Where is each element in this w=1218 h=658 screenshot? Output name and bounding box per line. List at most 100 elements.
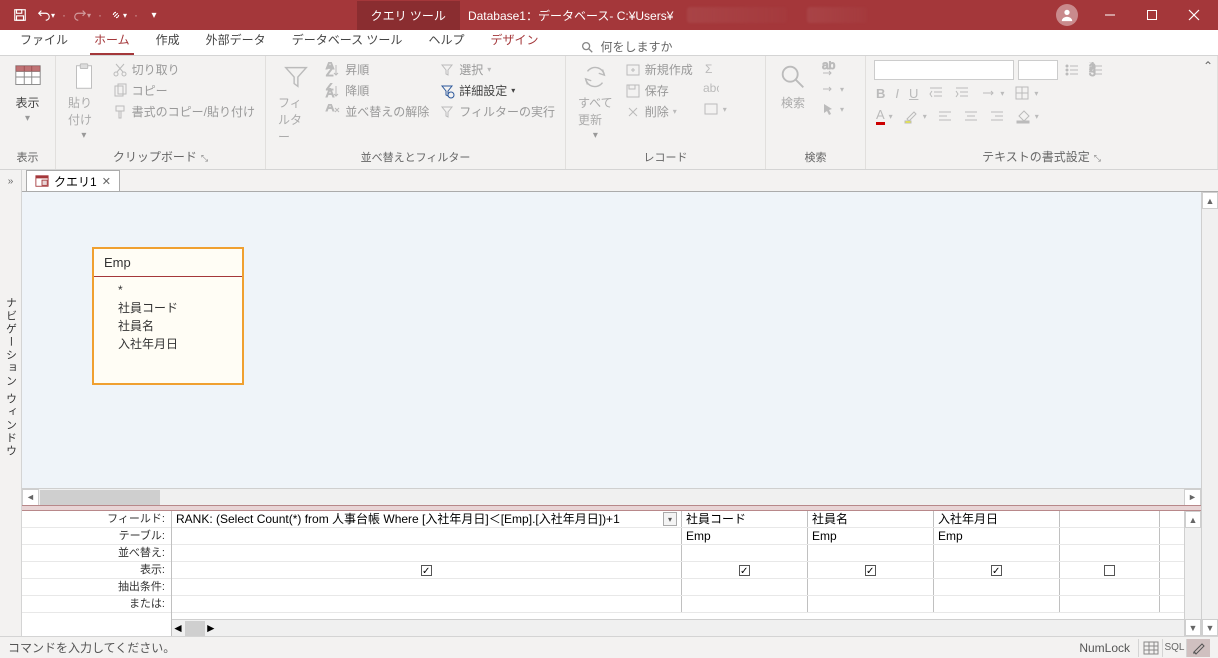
align-center-button[interactable] [961,106,981,126]
font-family-select[interactable] [874,60,1014,80]
scroll-right-icon[interactable]: ► [205,621,217,635]
sort-cell[interactable] [934,545,1060,561]
cell-dropdown-icon[interactable]: ▾ [663,512,677,526]
filter-button[interactable]: フィルター [274,60,317,147]
link-icon[interactable]: ▾ [106,3,130,27]
format-painter-button[interactable]: 書式のコピー/貼り付け [110,102,257,121]
show-cell[interactable] [934,562,1060,578]
ltr-button[interactable]: ▾ [978,84,1006,102]
tab-create[interactable]: 作成 [152,27,184,55]
show-checkbox[interactable] [421,565,432,576]
bullets-button[interactable] [1062,60,1082,80]
scroll-thumb[interactable] [185,621,205,636]
field-cell[interactable] [1060,511,1160,527]
indent-increase-button[interactable] [952,84,972,102]
format-launcher-icon[interactable]: ⤡ [1094,153,1101,163]
copy-button[interactable]: コピー [110,81,257,100]
view-button[interactable]: 表示 ▾ [9,60,47,126]
criteria-cell[interactable] [1060,579,1160,595]
query-design-upper-pane[interactable]: Emp * 社員コード 社員名 入社年月日 ◄ [22,192,1201,505]
refresh-all-button[interactable]: すべて 更新 ▾ [574,60,617,143]
sort-cell[interactable] [172,545,682,561]
document-tab[interactable]: クエリ1 ✕ [26,170,120,191]
advanced-filter-button[interactable]: 詳細設定 ▾ [437,81,557,100]
save-record-button[interactable]: 保存 [623,81,695,100]
scroll-up-icon[interactable]: ▲ [1202,192,1218,209]
new-record-button[interactable]: 新規作成 [623,60,695,79]
table-cell[interactable]: Emp [682,528,808,544]
table-cell[interactable] [1060,528,1160,544]
spelling-button[interactable]: abc [701,80,729,98]
indent-decrease-button[interactable] [926,84,946,102]
sort-cell[interactable] [1060,545,1160,561]
tab-database-tools[interactable]: データベース ツール [288,27,407,55]
tell-me-search[interactable]: 何をしますか [580,38,672,55]
sort-desc-button[interactable]: ZA降順 [323,81,431,100]
cut-button[interactable]: 切り取り [110,60,257,79]
ribbon-collapse-icon[interactable]: ⌃ [1198,56,1218,76]
save-icon[interactable] [8,3,32,27]
undo-icon[interactable]: ▾ [34,3,58,27]
sort-cell[interactable] [682,545,808,561]
numbering-button[interactable]: 123 [1086,60,1106,80]
select-button[interactable]: ▾ [818,100,846,118]
field-item[interactable]: 社員名 [118,317,232,335]
highlight-button[interactable]: ▾ [901,106,929,126]
show-cell[interactable] [808,562,934,578]
sql-view-button[interactable]: SQL [1162,639,1186,657]
gridlines-button[interactable]: ▾ [1012,84,1040,102]
criteria-cell[interactable] [172,579,682,595]
show-checkbox[interactable] [991,565,1002,576]
or-cell[interactable] [934,596,1060,612]
grid-hscrollbar[interactable]: ◄ ► [172,619,1184,636]
more-button[interactable]: ▾ [701,100,729,118]
criteria-cell[interactable] [934,579,1060,595]
field-item[interactable]: * [118,281,232,299]
design-view-button[interactable] [1186,639,1210,657]
toggle-filter-button[interactable]: フィルターの実行 [437,102,557,121]
bold-button[interactable]: B [874,84,887,102]
show-checkbox[interactable] [1104,565,1115,576]
table-field-list[interactable]: Emp * 社員コード 社員名 入社年月日 [92,247,244,385]
maximize-button[interactable] [1132,0,1172,30]
show-cell[interactable] [172,562,682,578]
criteria-cell[interactable] [808,579,934,595]
scroll-down-icon[interactable]: ▼ [1202,619,1218,636]
redo-icon[interactable]: ▾ [70,3,94,27]
scroll-left-icon[interactable]: ◄ [22,489,39,506]
scroll-thumb[interactable] [40,490,160,505]
user-avatar[interactable] [1056,4,1078,26]
or-cell[interactable] [808,596,934,612]
paste-button[interactable]: 貼り付け ▾ [64,60,104,143]
table-cell[interactable]: Emp [808,528,934,544]
field-item[interactable]: 入社年月日 [118,335,232,353]
show-checkbox[interactable] [865,565,876,576]
selection-filter-button[interactable]: 選択 ▾ [437,60,557,79]
field-cell[interactable]: 社員コード [682,511,808,527]
tab-home[interactable]: ホーム [90,27,134,55]
nav-expand-icon[interactable]: » [8,176,14,187]
sort-cell[interactable] [808,545,934,561]
show-cell[interactable] [1060,562,1160,578]
minimize-button[interactable] [1090,0,1130,30]
scroll-right-icon[interactable]: ► [1184,489,1201,506]
grid-vscrollbar[interactable]: ▲ ▼ [1184,511,1201,636]
clipboard-launcher-icon[interactable]: ⤡ [201,153,208,163]
replace-button[interactable]: ab [818,60,846,78]
align-left-button[interactable] [935,106,955,126]
find-button[interactable]: 検索 [774,60,812,113]
table-cell[interactable] [172,528,682,544]
navigation-pane-collapsed[interactable]: » ナビゲーション ウィンドウ [0,170,22,636]
table-cell[interactable]: Emp [934,528,1060,544]
qat-customize-icon[interactable]: ▾ [142,3,166,27]
underline-button[interactable]: U [907,84,920,102]
totals-button[interactable]: Σ [701,60,729,78]
field-cell[interactable]: 入社年月日 [934,511,1060,527]
field-item[interactable]: 社員コード [118,299,232,317]
sort-asc-button[interactable]: AZ昇順 [323,60,431,79]
datasheet-view-button[interactable] [1138,639,1162,657]
field-cell[interactable]: RANK: (Select Count(*) from 人事台帳 Where [… [172,511,682,527]
or-cell[interactable] [682,596,808,612]
tab-design[interactable]: デザイン [486,27,542,55]
scroll-up-icon[interactable]: ▲ [1185,511,1201,528]
